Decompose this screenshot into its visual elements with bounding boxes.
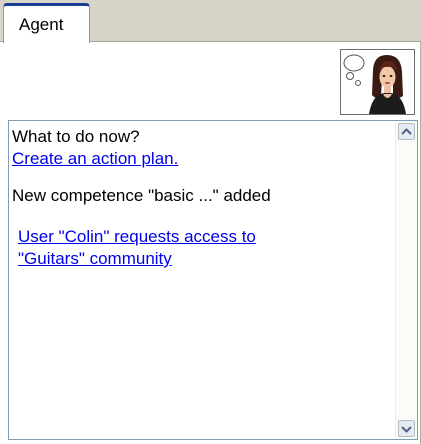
create-action-plan-link[interactable]: Create an action plan.	[12, 148, 178, 170]
prompt-text: What to do now?	[12, 127, 140, 146]
tab-strip: Agent	[0, 0, 421, 43]
access-request-link-line1: User "Colin" requests access to	[18, 227, 256, 246]
scroll-up-button[interactable]	[398, 123, 415, 140]
agent-messages-box: What to do now? Create an action plan. N…	[8, 120, 418, 440]
competence-notice: New competence "basic ..." added	[12, 186, 271, 205]
agent-thinking-avatar-icon	[343, 54, 406, 114]
access-request-link-line2: "Guitars" community	[18, 249, 172, 268]
chevron-down-icon	[401, 425, 412, 433]
access-request-link[interactable]: User "Colin" requests access to "Guitars…	[18, 226, 256, 270]
agent-panel-window: Agent What to do now? Create an action p…	[0, 0, 421, 444]
access-request-message: User "Colin" requests access to "Guitars…	[18, 226, 389, 270]
tab-agent[interactable]: Agent	[3, 3, 90, 43]
messages-scrollbar[interactable]	[395, 121, 417, 439]
tab-agent-label: Agent	[19, 15, 64, 34]
agent-panel: What to do now? Create an action plan. N…	[0, 42, 421, 444]
messages-content: What to do now? Create an action plan. N…	[9, 121, 389, 439]
agent-avatar[interactable]	[340, 49, 415, 115]
chevron-up-icon	[401, 127, 412, 135]
scroll-down-button[interactable]	[398, 420, 415, 437]
